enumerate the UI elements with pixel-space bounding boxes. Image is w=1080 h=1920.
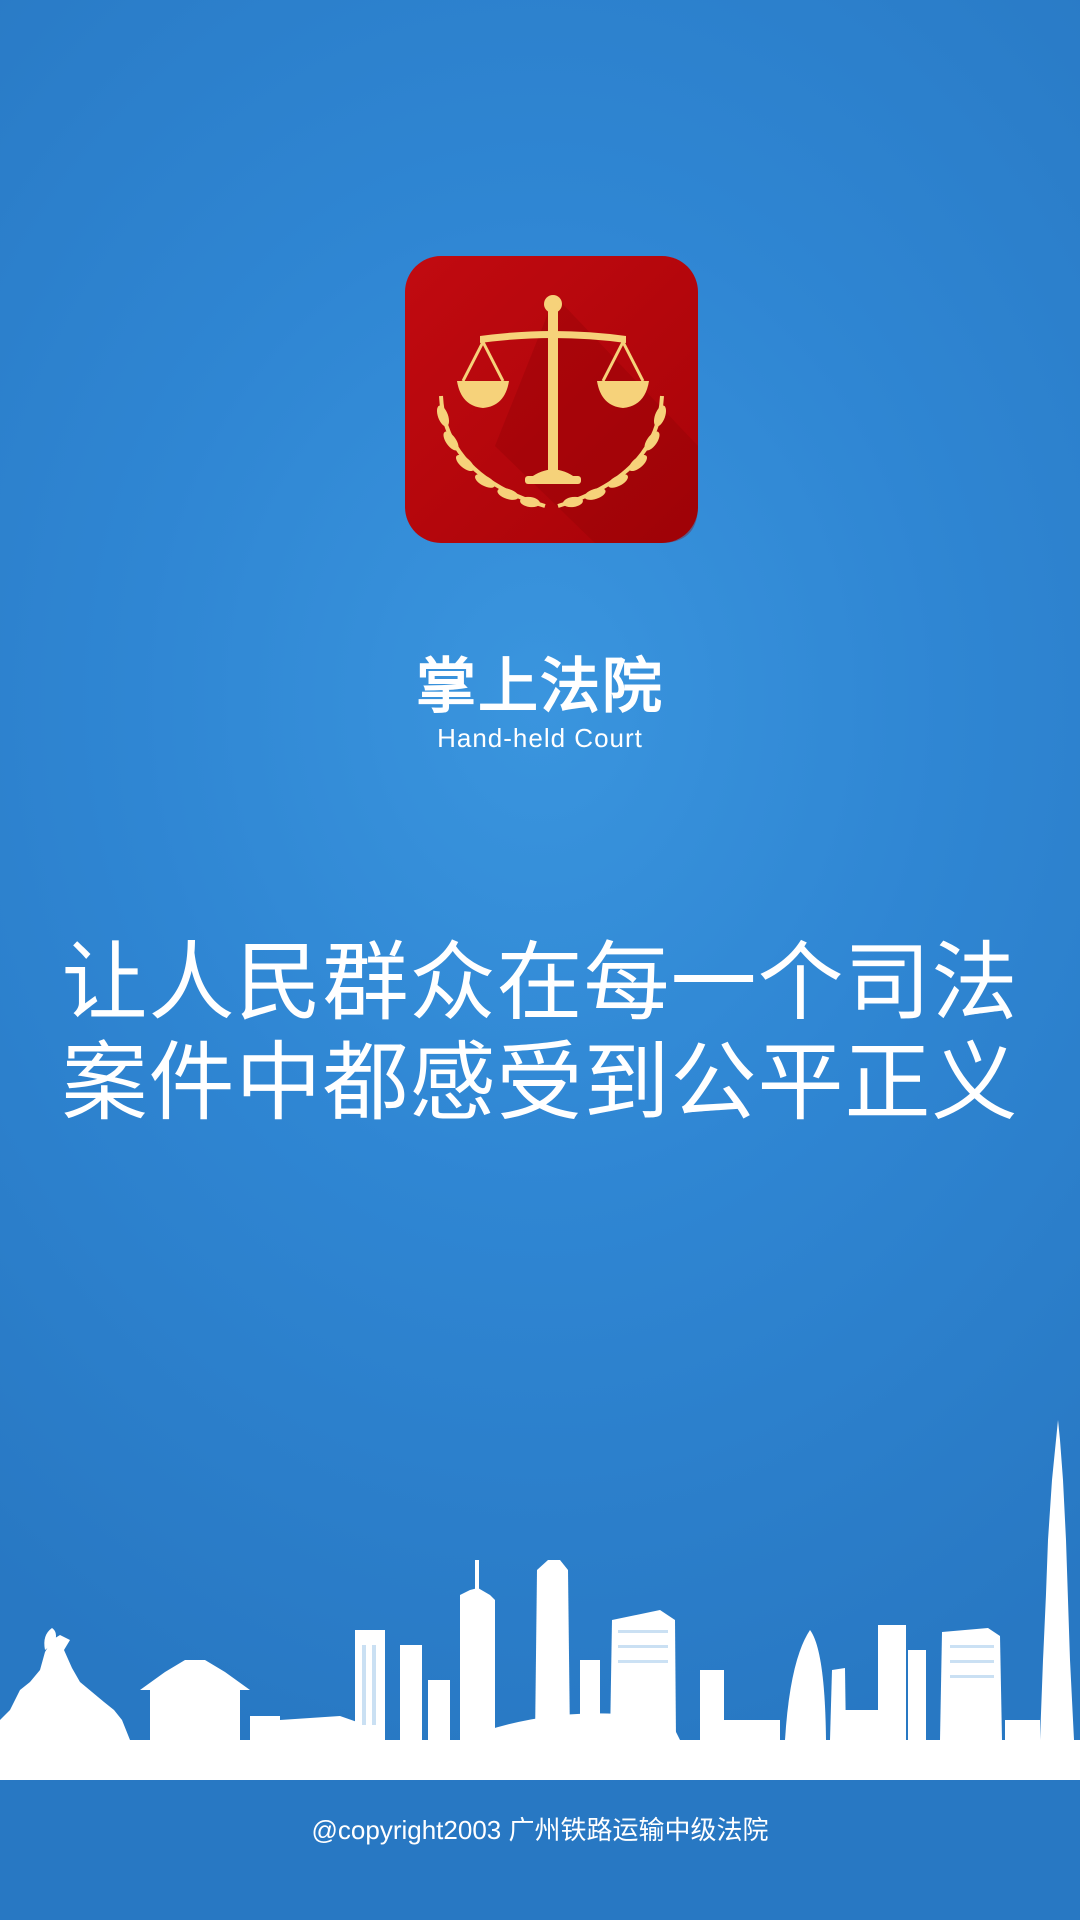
app-subtitle: Hand-held Court <box>437 723 643 753</box>
slogan-line-2: 案件中都感受到公平正义 <box>61 1033 1019 1133</box>
copyright-footer: @copyright2003 广州铁路运输中级法院 <box>311 1815 769 1845</box>
scales-of-justice-icon <box>405 256 698 543</box>
app-title: 掌上法院 <box>416 652 664 722</box>
city-skyline-illustration <box>0 1420 1080 1780</box>
